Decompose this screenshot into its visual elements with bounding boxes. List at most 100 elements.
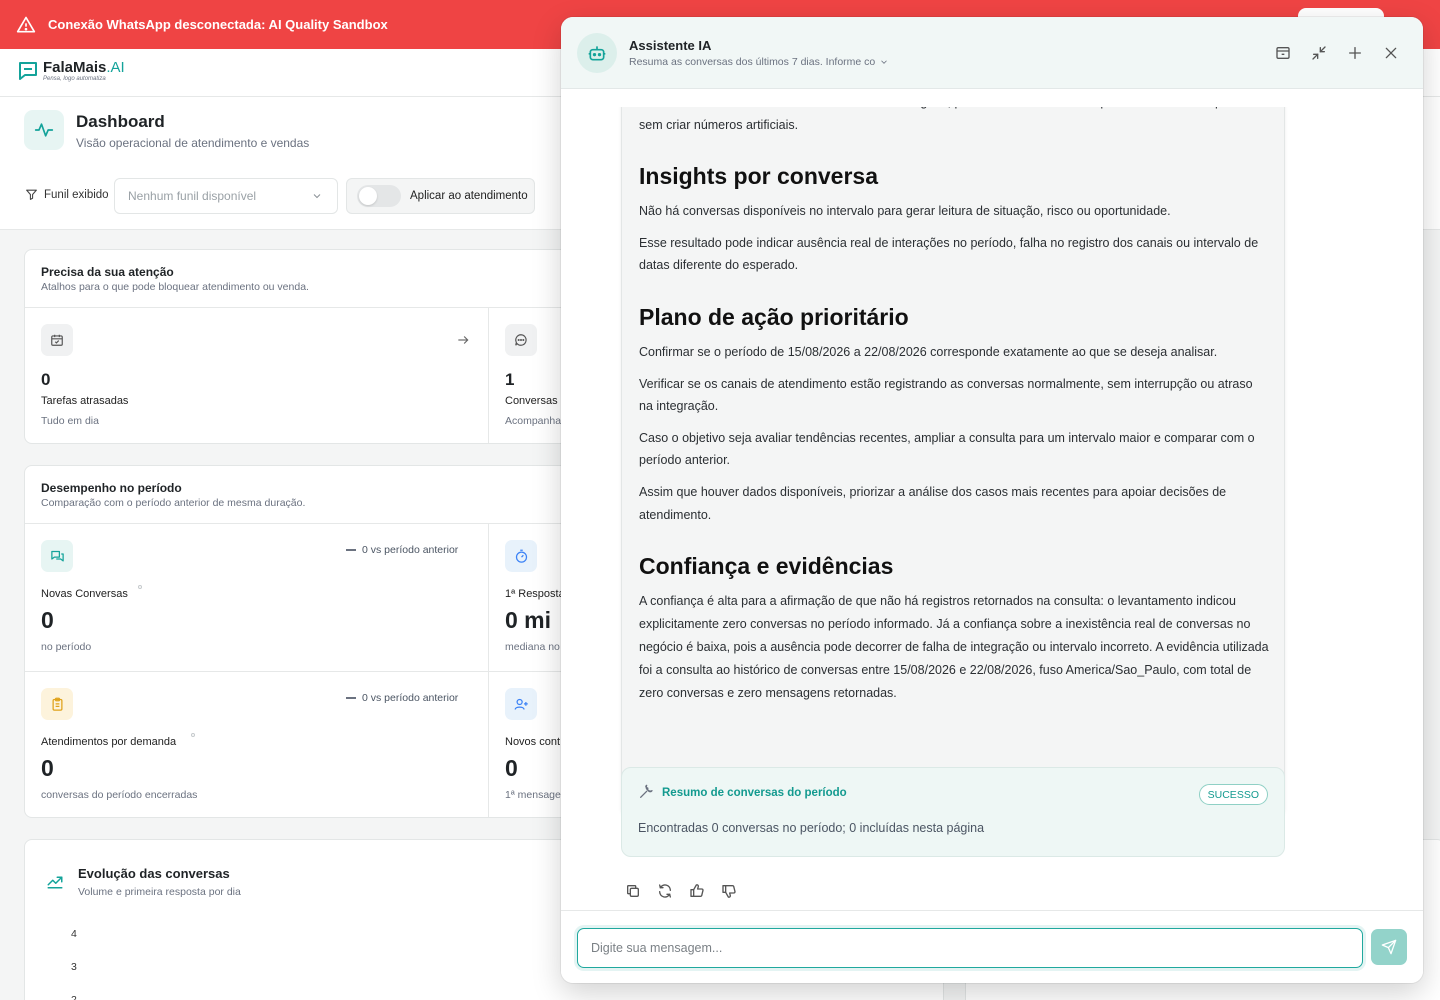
chat-logo-icon (19, 62, 37, 80)
new-contacts-label: Novos cont (505, 736, 561, 748)
y-tick: 4 (71, 928, 77, 940)
minimize-button[interactable] (1307, 41, 1331, 65)
conversations-label: Conversas (505, 395, 558, 407)
page-subtitle: Visão operacional de atendimento e venda… (76, 136, 310, 150)
arrow-right-icon[interactable] (456, 333, 470, 347)
first-response-label: 1ª Resposta (505, 588, 565, 600)
apply-to-service-toggle[interactable]: Aplicar ao atendimento (346, 178, 535, 214)
message-paragraph: Verificar se os canais de atendimento es… (639, 376, 1253, 414)
info-icon[interactable] (191, 733, 195, 737)
funnel-filter-label: Funil exibido (25, 188, 109, 201)
section-heading: Plano de ação prioritário (639, 304, 909, 331)
brand-logo[interactable]: FalaMais.AI Pensa, logo automatiza (16, 59, 125, 83)
copy-button[interactable] (625, 880, 657, 902)
refresh-icon (658, 884, 672, 898)
tool-result-card[interactable]: Resumo de conversas do período SUCESSO E… (621, 767, 1285, 857)
overdue-tasks-value: 0 (41, 370, 51, 389)
new-contacts-value: 0 (505, 755, 518, 781)
new-conversations-value: 0 (41, 607, 54, 633)
send-icon (1381, 939, 1397, 955)
message-input[interactable] (577, 928, 1363, 968)
filter-icon (26, 189, 37, 200)
clipboard-icon (41, 688, 73, 720)
thumbs-up-button[interactable] (689, 880, 721, 902)
new-chat-button[interactable] (1343, 41, 1367, 65)
page-title: Dashboard (76, 112, 165, 131)
brand-name: FalaMais (43, 59, 107, 76)
message-paragraph: Não há conversas disponíveis no interval… (639, 204, 1171, 219)
robot-icon (577, 33, 617, 73)
assistant-header: Assistente IA Resuma as conversas dos úl… (561, 17, 1423, 89)
activity-icon (24, 110, 64, 150)
trending-up-icon (47, 876, 63, 889)
chats-icon (41, 540, 73, 572)
attention-title: Precisa da sua atenção (41, 265, 174, 279)
conversations-value: 1 (505, 370, 515, 389)
chat-bubble-icon (505, 324, 537, 356)
message-paragraph: Confirmar se o período de 15/08/2026 a 2… (639, 345, 1218, 360)
message-actions (625, 880, 753, 902)
tool-result-text: Encontradas 0 conversas no período; 0 in… (638, 821, 985, 835)
collapse-icon (1312, 46, 1326, 60)
demand-delta: 0 vs período anterior (346, 692, 458, 704)
y-tick: 3 (71, 961, 77, 973)
tool-title: Resumo de conversas do período (662, 787, 847, 799)
section-heading: Confiança e evidências (639, 553, 894, 580)
evolution-title: Evolução das conversas (78, 866, 230, 881)
overdue-tasks-detail: Tudo em dia (41, 415, 99, 427)
demand-label: Atendimentos por demanda (41, 736, 177, 748)
first-response-detail: mediana no (505, 641, 560, 653)
thumbs-up-icon (690, 884, 704, 898)
calendar-check-icon (41, 324, 73, 356)
conversations-detail: Acompanha (505, 415, 562, 427)
performance-subtitle: Comparação com o período anterior de mes… (41, 497, 306, 509)
brand-tagline: Pensa, logo automatiza (43, 76, 106, 82)
ai-assistant-panel: Assistente IA Resuma as conversas dos úl… (561, 17, 1423, 983)
message-paragraph: Assim que houver dados disponíveis, prio… (639, 484, 1227, 522)
assistant-context-dropdown[interactable]: Resuma as conversas dos últimos 7 dias. … (629, 56, 889, 68)
demand-detail: conversas do período encerradas (41, 789, 198, 801)
performance-title: Desempenho no período (41, 481, 182, 495)
banner-text: Conexão WhatsApp desconectada: AI Qualit… (48, 17, 388, 32)
message-list[interactable]: No período consultado (15 a 22/08/2026, … (561, 107, 1423, 910)
toggle-switch[interactable] (357, 185, 401, 207)
regenerate-button[interactable] (657, 880, 689, 902)
user-plus-icon (505, 688, 537, 720)
y-tick: 2 (71, 994, 77, 1000)
brand-suffix: .AI (106, 59, 125, 76)
copy-icon (627, 885, 639, 897)
evolution-subtitle: Volume e primeira resposta por dia (78, 886, 241, 898)
tool-status-badge: SUCESSO (1198, 784, 1268, 805)
new-contacts-detail: 1ª mensage (505, 789, 561, 801)
new-conversations-detail: no período (41, 641, 92, 653)
assistant-message: No período consultado (15 a 22/08/2026, … (621, 107, 1285, 819)
close-button[interactable] (1379, 41, 1403, 65)
message-composer (561, 910, 1423, 983)
send-button[interactable] (1371, 929, 1407, 965)
message-paragraph: Caso o objetivo seja avaliar tendências … (639, 430, 1255, 468)
message-paragraph: Esse resultado pode indicar ausência rea… (639, 235, 1259, 273)
thumbs-down-icon (722, 884, 736, 898)
new-conversations-label: Novas Conversas (41, 588, 128, 600)
close-icon (1385, 47, 1397, 59)
section-heading: Insights por conversa (639, 163, 879, 190)
stopwatch-icon (505, 540, 537, 572)
thumbs-down-button[interactable] (721, 880, 753, 902)
first-response-value: 0 mi (505, 607, 552, 633)
message-paragraph: A confiança é alta para a afirmação de q… (639, 594, 1269, 700)
overdue-tasks-label: Tarefas atrasadas (41, 395, 129, 407)
new-conversations-delta: 0 vs período anterior (346, 544, 458, 556)
assistant-title: Assistente IA (629, 38, 712, 53)
demand-value: 0 (41, 755, 54, 781)
chevron-down-icon (313, 194, 321, 199)
chevron-down-icon (881, 60, 888, 64)
warning-icon (16, 16, 36, 32)
funnel-select[interactable]: Nenhum funil disponível (114, 178, 338, 214)
info-icon[interactable] (138, 585, 142, 589)
archive-icon (1276, 47, 1290, 59)
wrench-icon (640, 784, 653, 798)
message-paragraph: No período consultado (15 a 22/08/2026, … (639, 107, 1244, 132)
attention-subtitle: Atalhos para o que pode bloquear atendim… (41, 281, 309, 293)
history-button[interactable] (1271, 41, 1295, 65)
plus-icon (1349, 47, 1361, 59)
